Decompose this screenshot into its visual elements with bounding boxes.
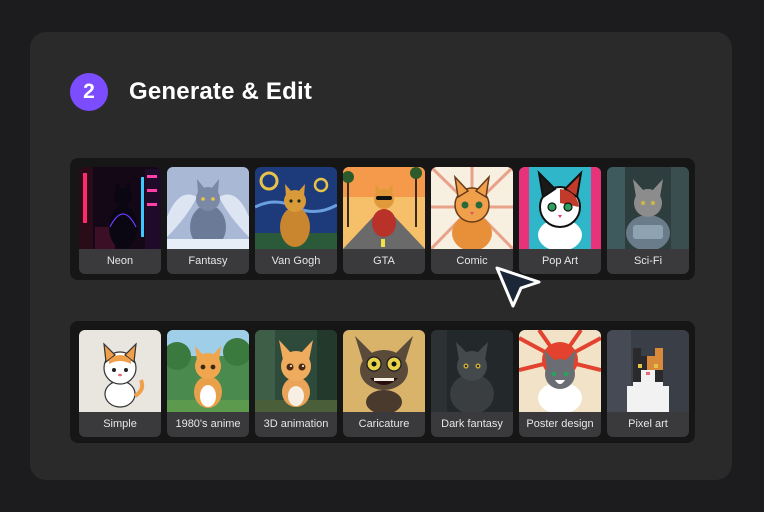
style-card-comic[interactable]: Comic bbox=[431, 167, 513, 274]
style-label: Neon bbox=[106, 255, 134, 267]
fantasy-cat-thumbnail bbox=[167, 167, 249, 249]
poster-design-cat-thumbnail bbox=[519, 330, 601, 412]
style-card-simple[interactable]: Simple bbox=[79, 330, 161, 437]
style-label: 1980's anime bbox=[175, 418, 241, 430]
3d-animation-cat-thumbnail bbox=[255, 330, 337, 412]
generate-edit-panel: 2 Generate & Edit Neon Fantasy Van Gogh … bbox=[30, 32, 732, 480]
neon-cat-thumbnail bbox=[79, 167, 161, 249]
style-label: Van Gogh bbox=[271, 255, 321, 267]
style-card-pixel-art[interactable]: Pixel art bbox=[607, 330, 689, 437]
step-number-badge: 2 bbox=[70, 73, 108, 111]
style-label: Dark fantasy bbox=[441, 418, 503, 430]
style-label: GTA bbox=[373, 255, 395, 267]
style-label: Pixel art bbox=[628, 418, 668, 430]
sci-fi-cat-thumbnail bbox=[607, 167, 689, 249]
style-card-3d-animation[interactable]: 3D animation bbox=[255, 330, 337, 437]
style-label: Poster design bbox=[526, 418, 594, 430]
style-row-1: Neon Fantasy Van Gogh GTA Comic Pop Art … bbox=[70, 158, 695, 280]
1980s-anime-cat-thumbnail bbox=[167, 330, 249, 412]
style-card-caricature[interactable]: Caricature bbox=[343, 330, 425, 437]
van-gogh-cat-thumbnail bbox=[255, 167, 337, 249]
style-card-van-gogh[interactable]: Van Gogh bbox=[255, 167, 337, 274]
style-card-fantasy[interactable]: Fantasy bbox=[167, 167, 249, 274]
style-card-neon[interactable]: Neon bbox=[79, 167, 161, 274]
pixel-art-cat-thumbnail bbox=[607, 330, 689, 412]
dark-fantasy-cat-thumbnail bbox=[431, 330, 513, 412]
arrow-pointer-icon bbox=[491, 262, 545, 312]
style-label: Caricature bbox=[358, 418, 410, 430]
style-card-dark-fantasy[interactable]: Dark fantasy bbox=[431, 330, 513, 437]
style-label: Simple bbox=[103, 418, 137, 430]
style-label: 3D animation bbox=[263, 418, 329, 430]
style-card-1980s-anime[interactable]: 1980's anime bbox=[167, 330, 249, 437]
style-label: Fantasy bbox=[188, 255, 228, 267]
style-card-pop-art[interactable]: Pop Art bbox=[519, 167, 601, 274]
style-label: Sci-Fi bbox=[633, 255, 663, 267]
style-card-sci-fi[interactable]: Sci-Fi bbox=[607, 167, 689, 274]
pop-art-cat-thumbnail bbox=[519, 167, 601, 249]
style-row-2: Simple 1980's anime 3D animation Caricat… bbox=[70, 321, 695, 443]
style-card-poster-design[interactable]: Poster design bbox=[519, 330, 601, 437]
section-title: Generate & Edit bbox=[129, 78, 313, 105]
style-card-gta[interactable]: GTA bbox=[343, 167, 425, 274]
simple-cat-thumbnail bbox=[79, 330, 161, 412]
gta-cat-thumbnail bbox=[343, 167, 425, 249]
caricature-cat-thumbnail bbox=[343, 330, 425, 412]
comic-cat-thumbnail bbox=[431, 167, 513, 249]
